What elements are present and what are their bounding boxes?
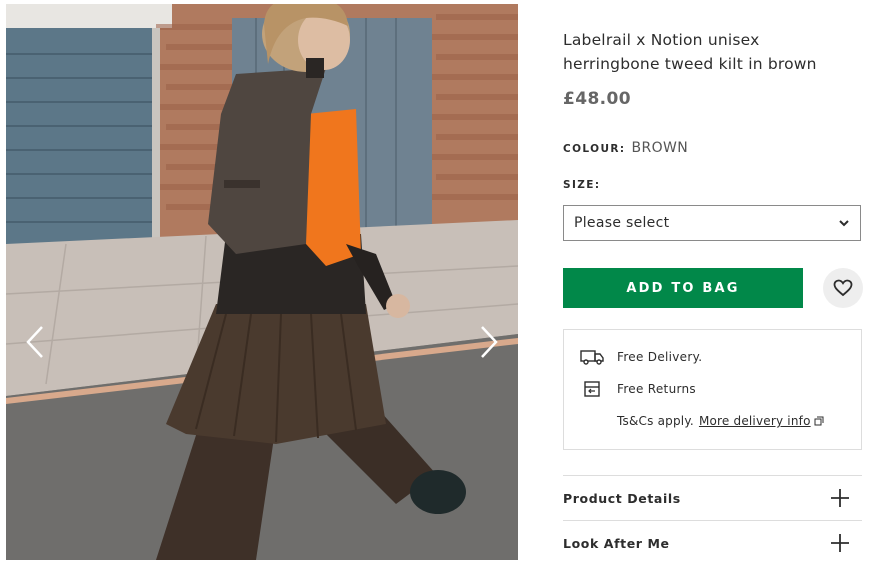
free-delivery-text: Free Delivery. — [617, 350, 703, 364]
product-photo — [6, 4, 518, 560]
terms-row: Ts&Cs apply. More delivery info — [617, 414, 824, 428]
next-image-button[interactable] — [472, 320, 506, 364]
product-title-line-1: Labelrail x Notion unisex — [563, 31, 760, 49]
truck-icon — [580, 348, 606, 366]
accordion-look-after-me[interactable]: Look After Me — [563, 521, 862, 565]
returns-icon — [580, 380, 606, 398]
product-title: Labelrail x Notion unisex herringbone tw… — [563, 28, 843, 76]
terms-text: Ts&Cs apply. — [617, 414, 694, 428]
colour-value: BROWN — [631, 140, 689, 156]
external-link-icon — [814, 416, 824, 426]
more-delivery-info-link[interactable]: More delivery info — [699, 414, 811, 428]
size-select[interactable]: Please select — [563, 205, 861, 241]
heart-icon — [833, 279, 853, 297]
plus-icon — [831, 489, 849, 507]
colour-row: COLOUR: BROWN — [563, 140, 688, 156]
accordion-title: Look After Me — [563, 535, 670, 551]
plus-icon — [831, 534, 849, 552]
product-image[interactable] — [6, 4, 518, 560]
product-title-line-2: herringbone tweed kilt in brown — [563, 55, 817, 73]
chevron-left-icon — [26, 326, 43, 358]
previous-image-button[interactable] — [18, 320, 52, 364]
product-price: £48.00 — [563, 89, 632, 109]
colour-label: COLOUR: — [563, 143, 626, 155]
add-to-bag-button[interactable]: ADD TO BAG — [563, 268, 803, 308]
save-for-later-button[interactable] — [823, 268, 863, 308]
free-returns-text: Free Returns — [617, 382, 696, 396]
chevron-down-icon — [839, 220, 849, 227]
chevron-right-icon — [481, 326, 498, 358]
free-delivery-row: Free Delivery. — [580, 348, 702, 366]
size-label: SIZE: — [563, 179, 601, 191]
accordion-title: Product Details — [563, 490, 681, 506]
size-select-value: Please select — [574, 215, 670, 231]
accordion-product-details[interactable]: Product Details — [563, 476, 862, 520]
delivery-info-box: Free Delivery. Free Returns Ts&Cs apply.… — [563, 329, 862, 450]
free-returns-row: Free Returns — [580, 380, 696, 398]
